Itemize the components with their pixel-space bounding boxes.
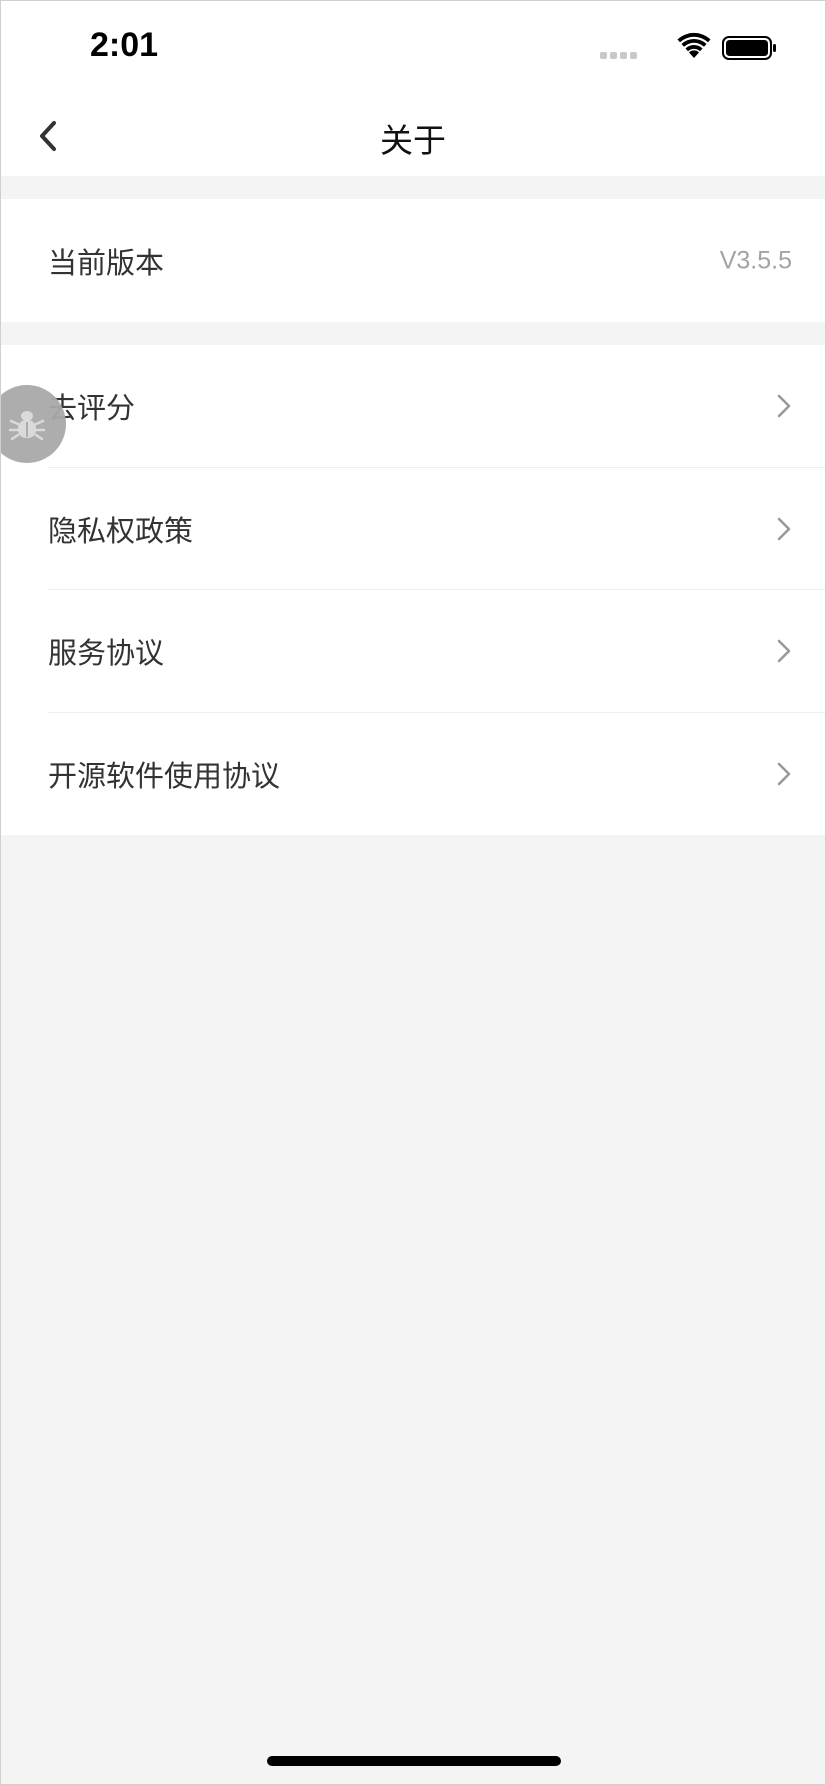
menu-item-open-source-license[interactable]: 开源软件使用协议 <box>0 713 826 836</box>
menu-item-rate[interactable]: 去评分 <box>0 345 826 468</box>
bug-icon <box>8 411 46 441</box>
battery-icon <box>722 36 776 60</box>
chevron-right-icon <box>777 394 791 418</box>
menu-item-privacy-policy[interactable]: 隐私权政策 <box>0 468 826 590</box>
version-row: 当前版本 V3.5.5 <box>0 199 826 322</box>
status-bar: 2:01 <box>0 0 826 96</box>
chevron-right-icon <box>777 517 791 541</box>
menu-group: 去评分 隐私权政策 服务协议 开源软件使用协议 <box>0 345 826 835</box>
version-group: 当前版本 V3.5.5 <box>0 199 826 322</box>
chevron-right-icon <box>777 762 791 786</box>
menu-item-service-agreement[interactable]: 服务协议 <box>0 590 826 713</box>
chevron-right-icon <box>777 639 791 663</box>
menu-item-label: 隐私权政策 <box>48 513 194 548</box>
signal-icon <box>600 52 640 60</box>
home-indicator <box>267 1756 561 1766</box>
status-time: 2:01 <box>90 26 159 64</box>
wifi-icon <box>677 32 711 58</box>
menu-item-label: 服务协议 <box>48 636 165 671</box>
version-label: 当前版本 <box>48 245 165 280</box>
about-screen: 2:01 关于 当前版本 V3.5.5 去评分 隐私权政策 服务协议 开源软件使… <box>0 0 826 1785</box>
version-value: V3.5.5 <box>719 246 792 274</box>
nav-bar: 关于 <box>0 96 826 176</box>
page-title: 关于 <box>380 121 446 160</box>
menu-item-label: 开源软件使用协议 <box>48 758 281 793</box>
